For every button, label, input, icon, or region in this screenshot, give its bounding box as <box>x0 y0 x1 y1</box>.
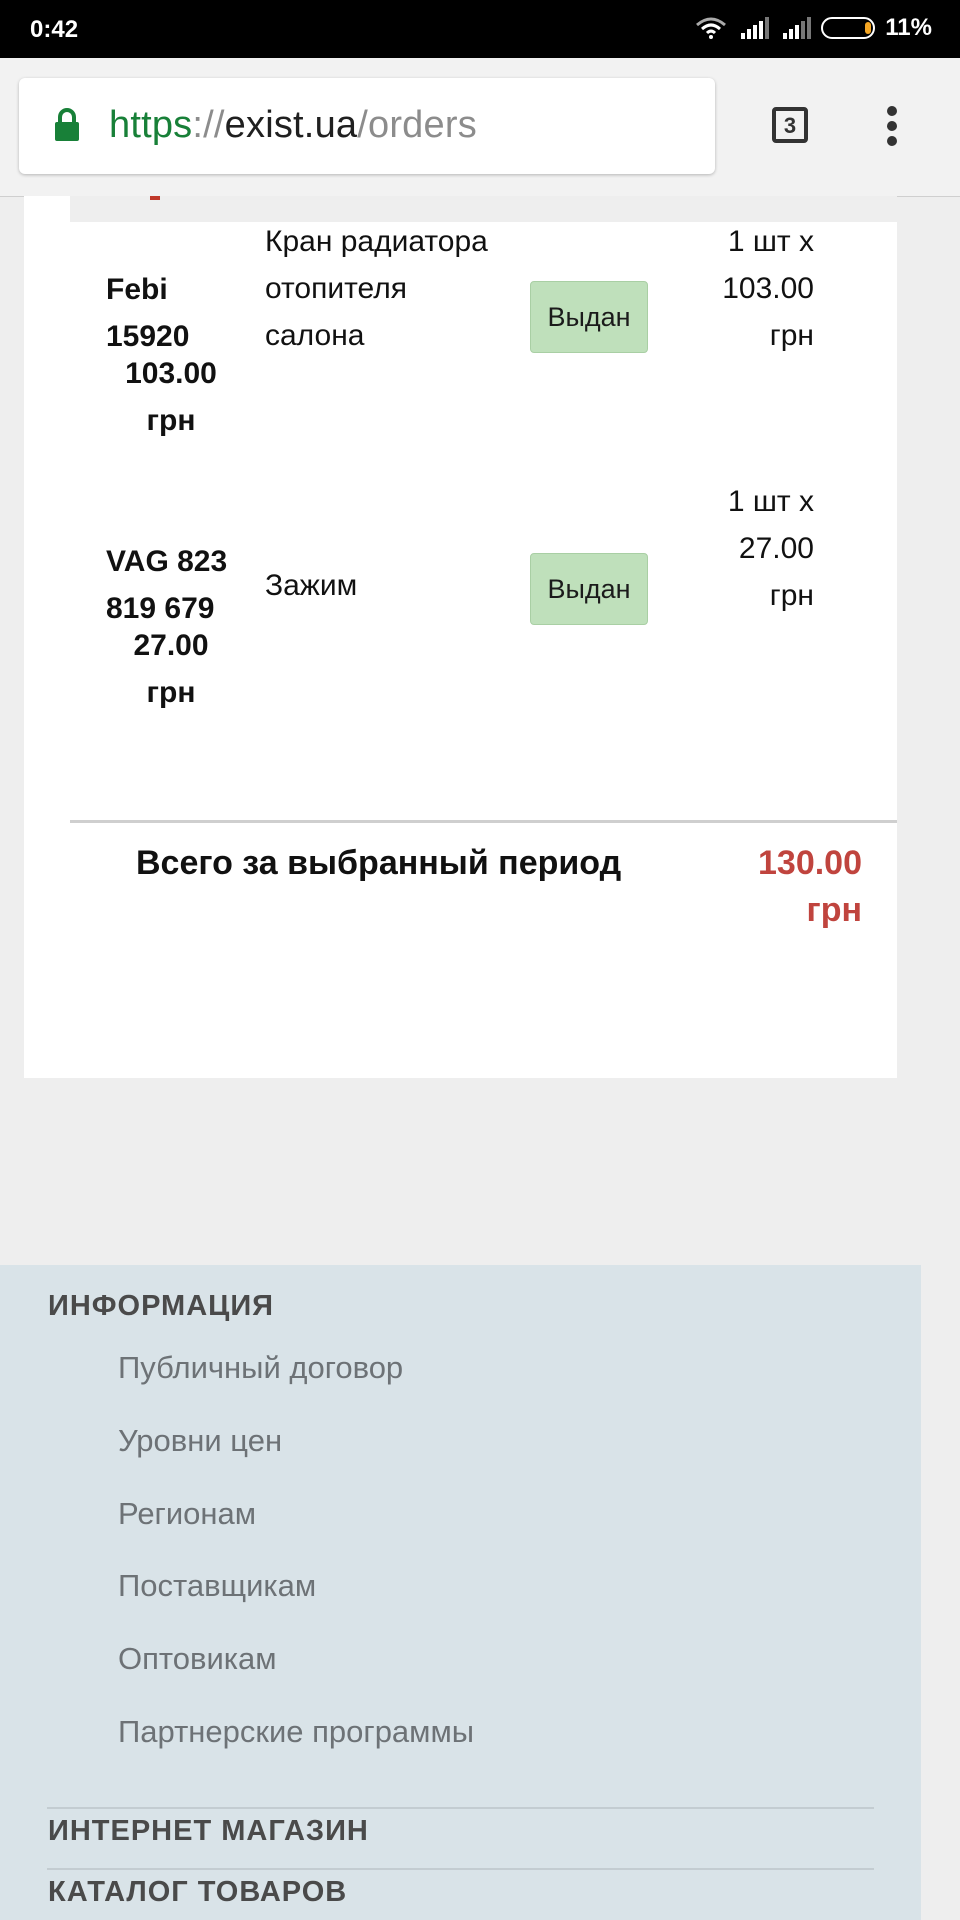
status-time: 0:42 <box>30 16 79 43</box>
battery-percent: 11% <box>885 14 932 41</box>
footer-link[interactable]: Публичный договор <box>118 1350 403 1386</box>
url-text[interactable]: https://exist.ua/orders <box>109 104 477 147</box>
table-divider <box>70 820 897 823</box>
overflow-menu-button[interactable] <box>882 106 902 150</box>
status-badge: Выдан <box>530 281 648 353</box>
status-badge: Выдан <box>530 553 648 625</box>
browser-toolbar: https://exist.ua/orders 3 <box>0 58 960 197</box>
footer-divider <box>47 1868 874 1870</box>
dot-icon <box>887 121 897 131</box>
footer-section-info[interactable]: ИНФОРМАЦИЯ <box>48 1290 274 1323</box>
total-label: Всего за выбранный период <box>136 844 622 882</box>
tab-switcher-button[interactable]: 3 <box>772 107 808 143</box>
footer-link[interactable]: Оптовикам <box>118 1641 277 1677</box>
header-red-fragment <box>150 196 160 200</box>
lock-icon <box>55 108 79 141</box>
wifi-icon <box>696 17 727 39</box>
dot-icon <box>887 106 897 116</box>
site-footer: ИНФОРМАЦИЯ Публичный договор Уровни цен … <box>0 1265 921 1920</box>
total-value: 130.00 грн <box>758 844 862 929</box>
part-name: Зажим <box>265 569 358 602</box>
cell-signal-icon <box>741 17 770 39</box>
quantity-price: 1 шт х 103.00 грн <box>722 225 814 352</box>
footer-link[interactable]: Регионам <box>118 1496 256 1532</box>
part-code[interactable]: VAG 823 819 679 <box>106 538 256 632</box>
dot-icon <box>887 136 897 146</box>
status-icons: 11% <box>695 14 932 42</box>
footer-link[interactable]: Партнерские программы <box>118 1714 474 1750</box>
part-price: 27.00 грн <box>133 629 209 709</box>
status-bar: 0:42 11% <box>0 0 960 58</box>
footer-section-catalog[interactable]: КАТАЛОГ ТОВАРОВ <box>48 1876 347 1909</box>
footer-link[interactable]: Уровни цен <box>118 1423 282 1459</box>
footer-link[interactable]: Поставщикам <box>118 1568 316 1604</box>
cell-signal-2-icon <box>783 17 812 39</box>
quantity-price: 1 шт х 27.00 грн <box>727 485 814 612</box>
orders-card: Febi 15920 103.00 грн Кран радиатора отопит… <box>24 196 897 1078</box>
part-name: Кран радиатора отопителя салона <box>265 225 488 352</box>
battery-icon <box>821 17 876 39</box>
footer-divider <box>47 1807 874 1809</box>
part-code[interactable]: Febi 15920 <box>106 266 256 360</box>
address-bar[interactable]: https://exist.ua/orders <box>19 78 715 174</box>
footer-section-shop[interactable]: ИНТЕРНЕТ МАГАЗИН <box>48 1815 369 1848</box>
part-price: 103.00 грн <box>125 357 217 437</box>
